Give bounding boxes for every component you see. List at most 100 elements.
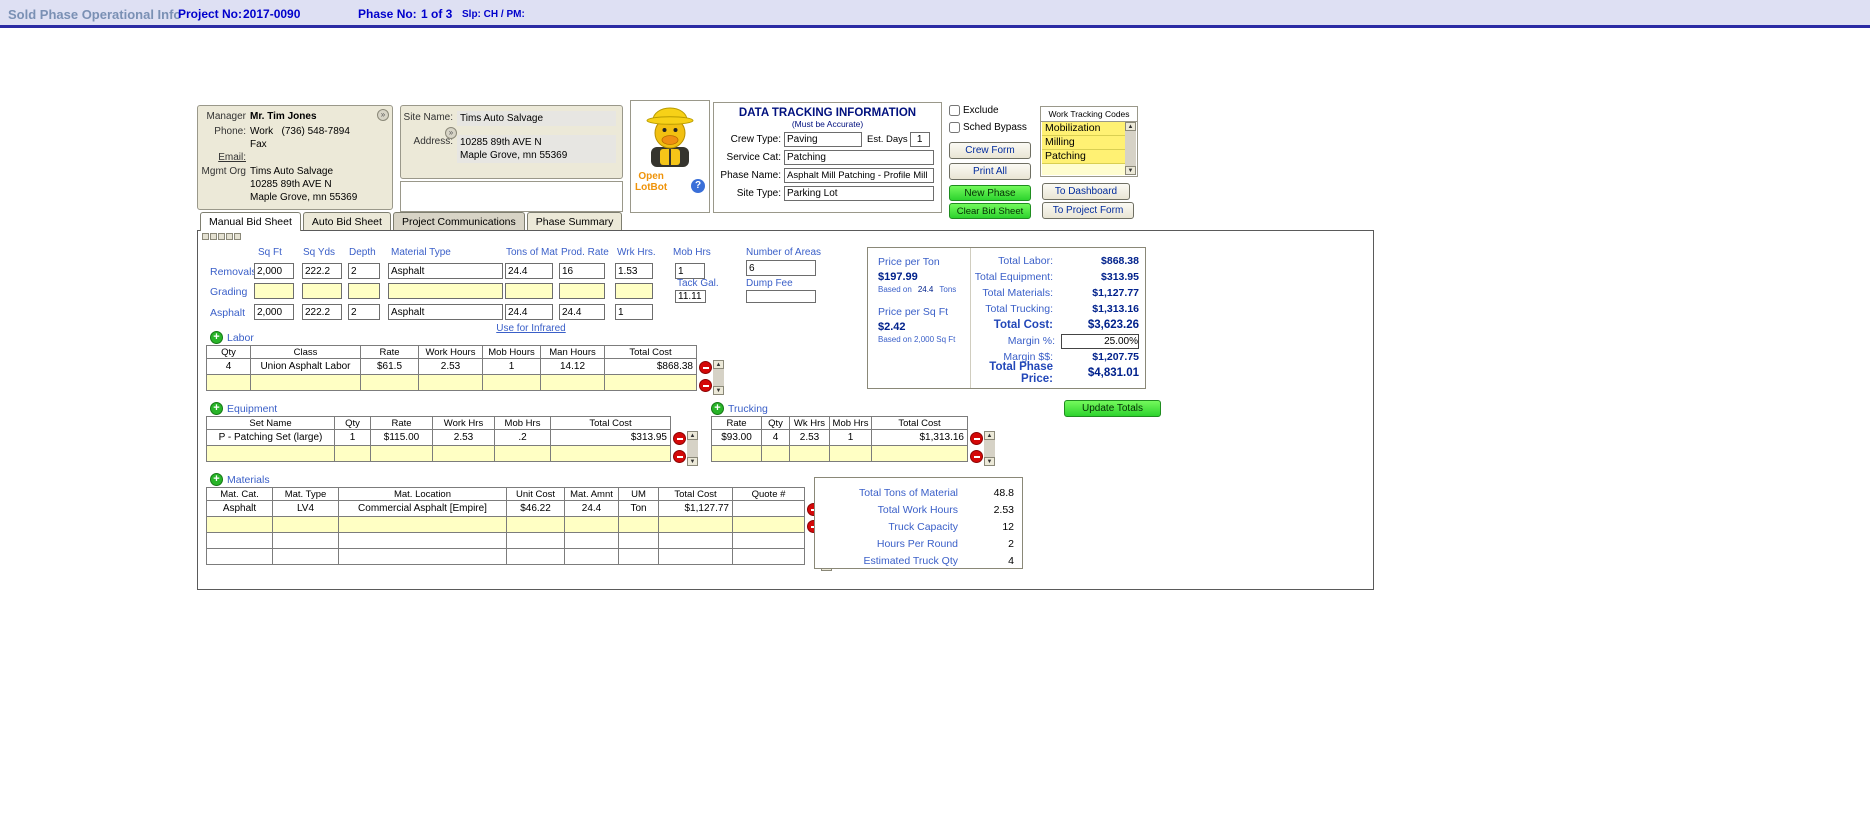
equipment-work-hrs-cell[interactable]: 2.53 xyxy=(432,429,495,446)
crew-type-input[interactable] xyxy=(784,132,862,147)
removals-tons-input[interactable] xyxy=(505,263,553,279)
site-notes-field[interactable] xyxy=(400,181,623,212)
clear-bid-sheet-button[interactable]: Clear Bid Sheet xyxy=(949,203,1031,219)
materials-um-cell[interactable]: Ton xyxy=(618,500,659,517)
removals-mob-hrs-input[interactable] xyxy=(675,263,705,279)
trucking-scrollbar[interactable]: ▲ ▼ xyxy=(984,431,995,466)
site-type-input[interactable] xyxy=(784,186,934,201)
print-all-button[interactable]: Print All xyxy=(949,163,1031,180)
tab-manual-bid-sheet[interactable]: Manual Bid Sheet xyxy=(200,212,301,231)
scroll-down-icon[interactable]: ▼ xyxy=(1125,166,1136,175)
add-labor-row-icon[interactable]: + xyxy=(210,331,223,344)
phase-name-input[interactable] xyxy=(784,168,934,183)
delete-equipment-row-icon[interactable] xyxy=(673,432,686,445)
exclude-checkbox[interactable] xyxy=(949,105,960,116)
grading-prod-rate-input[interactable] xyxy=(559,283,605,299)
trucking-rate-cell[interactable]: $93.00 xyxy=(711,429,762,446)
labor-rate-cell[interactable]: $61.5 xyxy=(360,358,419,375)
labor-scroll-up-icon[interactable]: ▲ xyxy=(713,360,724,369)
asphalt-material-input[interactable] xyxy=(388,304,503,320)
sched-bypass-checkbox[interactable] xyxy=(949,122,960,133)
crew-form-button[interactable]: Crew Form xyxy=(949,142,1031,159)
trucking-scroll-up-icon[interactable]: ▲ xyxy=(984,431,995,440)
delete-trucking-empty-row-icon[interactable] xyxy=(970,450,983,463)
labor-new-cell[interactable] xyxy=(206,374,251,391)
labor-class-cell[interactable]: Union Asphalt Labor xyxy=(250,358,361,375)
grading-sq-yds-input[interactable] xyxy=(302,283,342,299)
asphalt-tons-input[interactable] xyxy=(505,304,553,320)
site-expand-icon[interactable]: » xyxy=(445,127,457,139)
equipment-scroll-down-icon[interactable]: ▼ xyxy=(687,457,698,466)
delete-trucking-row-icon[interactable] xyxy=(970,432,983,445)
to-dashboard-button[interactable]: To Dashboard xyxy=(1042,183,1130,200)
removals-wrk-hrs-input[interactable] xyxy=(615,263,653,279)
materials-location-cell[interactable]: Commercial Asphalt [Empire] xyxy=(338,500,507,517)
labor-qty-cell[interactable]: 4 xyxy=(206,358,251,375)
number-of-areas-input[interactable] xyxy=(746,260,816,276)
asphalt-depth-input[interactable] xyxy=(348,304,380,320)
delete-labor-empty-row-icon[interactable] xyxy=(699,379,712,392)
removals-sq-yds-input[interactable] xyxy=(302,263,342,279)
trucking-wk-hrs-cell[interactable]: 2.53 xyxy=(789,429,830,446)
trucking-scroll-down-icon[interactable]: ▼ xyxy=(984,457,995,466)
removals-prod-rate-input[interactable] xyxy=(559,263,605,279)
asphalt-sq-yds-input[interactable] xyxy=(302,304,342,320)
grading-sq-ft-input[interactable] xyxy=(254,283,294,299)
equipment-set-name-cell[interactable]: P - Patching Set (large) xyxy=(206,429,335,446)
open-lotbot-link[interactable]: Open LotBot xyxy=(635,171,667,193)
equipment-scroll-up-icon[interactable]: ▲ xyxy=(687,431,698,440)
materials-type-cell[interactable]: LV4 xyxy=(272,500,339,517)
work-code-item-patching[interactable]: Patching xyxy=(1042,150,1125,164)
equipment-scrollbar[interactable]: ▲ ▼ xyxy=(687,431,698,466)
work-tracking-scrollbar[interactable]: ▲ ▼ xyxy=(1125,122,1136,175)
labor-mob-hours-cell[interactable]: 1 xyxy=(482,358,541,375)
labor-man-hours-cell[interactable]: 14.12 xyxy=(540,358,605,375)
dump-fee-input[interactable] xyxy=(746,290,816,303)
delete-labor-row-icon[interactable] xyxy=(699,361,712,374)
trucking-qty-cell[interactable]: 4 xyxy=(761,429,790,446)
add-trucking-row-icon[interactable]: + xyxy=(711,402,724,415)
equipment-qty-cell[interactable]: 1 xyxy=(334,429,371,446)
materials-amnt-cell[interactable]: 24.4 xyxy=(564,500,619,517)
equipment-rate-cell[interactable]: $115.00 xyxy=(370,429,433,446)
expand-manager-icon[interactable]: » xyxy=(377,109,389,121)
margin-percent-input[interactable] xyxy=(1061,333,1139,349)
scroll-up-icon[interactable]: ▲ xyxy=(1125,122,1136,131)
record-navigator[interactable] xyxy=(202,233,241,240)
tab-auto-bid-sheet[interactable]: Auto Bid Sheet xyxy=(302,212,391,230)
work-code-item-milling[interactable]: Milling xyxy=(1042,136,1125,150)
grading-tons-input[interactable] xyxy=(505,283,553,299)
grading-material-input[interactable] xyxy=(388,283,503,299)
asphalt-wrk-hrs-input[interactable] xyxy=(615,304,653,320)
email-link[interactable]: Email: xyxy=(200,151,250,164)
grading-wrk-hrs-input[interactable] xyxy=(615,283,653,299)
new-phase-button[interactable]: New Phase xyxy=(949,185,1031,201)
materials-cat-cell[interactable]: Asphalt xyxy=(206,500,273,517)
removals-sq-ft-input[interactable] xyxy=(254,263,294,279)
est-days-input[interactable] xyxy=(909,132,930,147)
add-equipment-row-icon[interactable]: + xyxy=(210,402,223,415)
materials-unit-cost-cell[interactable]: $46.22 xyxy=(506,500,565,517)
service-cat-input[interactable] xyxy=(784,150,934,165)
removals-material-input[interactable] xyxy=(388,263,503,279)
update-totals-button[interactable]: Update Totals xyxy=(1064,400,1161,417)
tab-project-communications[interactable]: Project Communications xyxy=(392,212,525,230)
tack-gal-input[interactable] xyxy=(675,290,706,303)
work-code-item-mobilization[interactable]: Mobilization xyxy=(1042,122,1125,136)
asphalt-sq-ft-input[interactable] xyxy=(254,304,294,320)
trucking-mob-hrs-cell[interactable]: 1 xyxy=(829,429,872,446)
add-materials-row-icon[interactable]: + xyxy=(210,473,223,486)
labor-work-hours-cell[interactable]: 2.53 xyxy=(418,358,483,375)
tab-phase-summary[interactable]: Phase Summary xyxy=(526,212,623,230)
help-icon[interactable]: ? xyxy=(691,179,705,193)
equipment-mob-hrs-cell[interactable]: .2 xyxy=(494,429,551,446)
labor-scroll-down-icon[interactable]: ▼ xyxy=(713,386,724,395)
asphalt-prod-rate-input[interactable] xyxy=(559,304,605,320)
labor-scrollbar[interactable]: ▲ ▼ xyxy=(713,360,724,395)
use-for-infrared-link[interactable]: Use for Infrared xyxy=(466,323,596,334)
grading-depth-input[interactable] xyxy=(348,283,380,299)
removals-depth-input[interactable] xyxy=(348,263,380,279)
to-project-form-button[interactable]: To Project Form xyxy=(1042,202,1134,219)
materials-quote-cell[interactable] xyxy=(732,500,805,517)
delete-equipment-empty-row-icon[interactable] xyxy=(673,450,686,463)
